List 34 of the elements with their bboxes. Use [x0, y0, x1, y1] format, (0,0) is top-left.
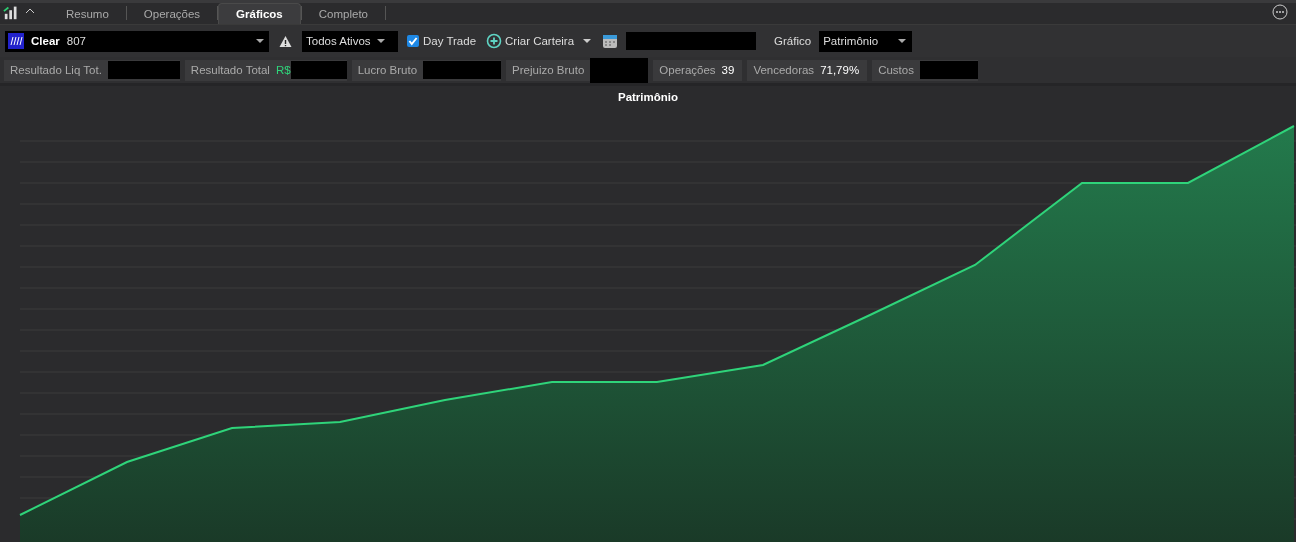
assets-dropdown[interactable]: Todos Ativos — [302, 30, 398, 52]
stat-value: 39 — [721, 64, 736, 76]
stat-value: 71,79% — [820, 64, 861, 76]
more-options-icon[interactable] — [1272, 4, 1288, 20]
account-dropdown[interactable]: Clear 807 — [5, 30, 269, 52]
dropdown-arrow-icon — [376, 39, 385, 43]
stat-label: Vencedoras — [753, 64, 815, 76]
chart-title: Patrimônio — [616, 91, 680, 103]
dropdown-arrow-icon — [583, 39, 592, 43]
stat-label: Resultado Liq Tot. — [10, 64, 102, 76]
account-name: Clear — [31, 35, 60, 47]
create-portfolio-button[interactable]: Criar Carteira — [486, 33, 592, 49]
stat-label: Custos — [878, 64, 914, 76]
checkbox[interactable] — [407, 35, 419, 47]
account-number: 807 — [66, 35, 86, 47]
collapse-icon[interactable] — [25, 8, 35, 14]
tab[interactable]: Completo — [301, 3, 385, 24]
chart-label: Gráfico — [774, 35, 812, 47]
stat-label: Resultado Total — [190, 64, 270, 76]
chart-type-dropdown[interactable]: Patrimônio — [819, 30, 913, 52]
calendar-icon[interactable] — [602, 33, 619, 49]
broker-logo-icon — [8, 33, 24, 49]
stat-label: Lucro Bruto — [357, 64, 418, 76]
checkbox-label: Day Trade — [423, 35, 477, 47]
tab[interactable]: Gráficos — [218, 3, 301, 24]
warning-icon[interactable] — [279, 35, 292, 47]
plus-circle-icon — [486, 33, 503, 49]
stat-label: Operações — [659, 64, 716, 76]
stat-value: R$ — [275, 64, 291, 76]
stat-label: Prejuizo Bruto — [512, 64, 585, 76]
dropdown-arrow-icon — [898, 39, 907, 43]
dropdown-arrow-icon — [256, 39, 264, 43]
tab[interactable]: Operações — [126, 3, 218, 24]
tab[interactable]: Resumo — [49, 3, 126, 24]
